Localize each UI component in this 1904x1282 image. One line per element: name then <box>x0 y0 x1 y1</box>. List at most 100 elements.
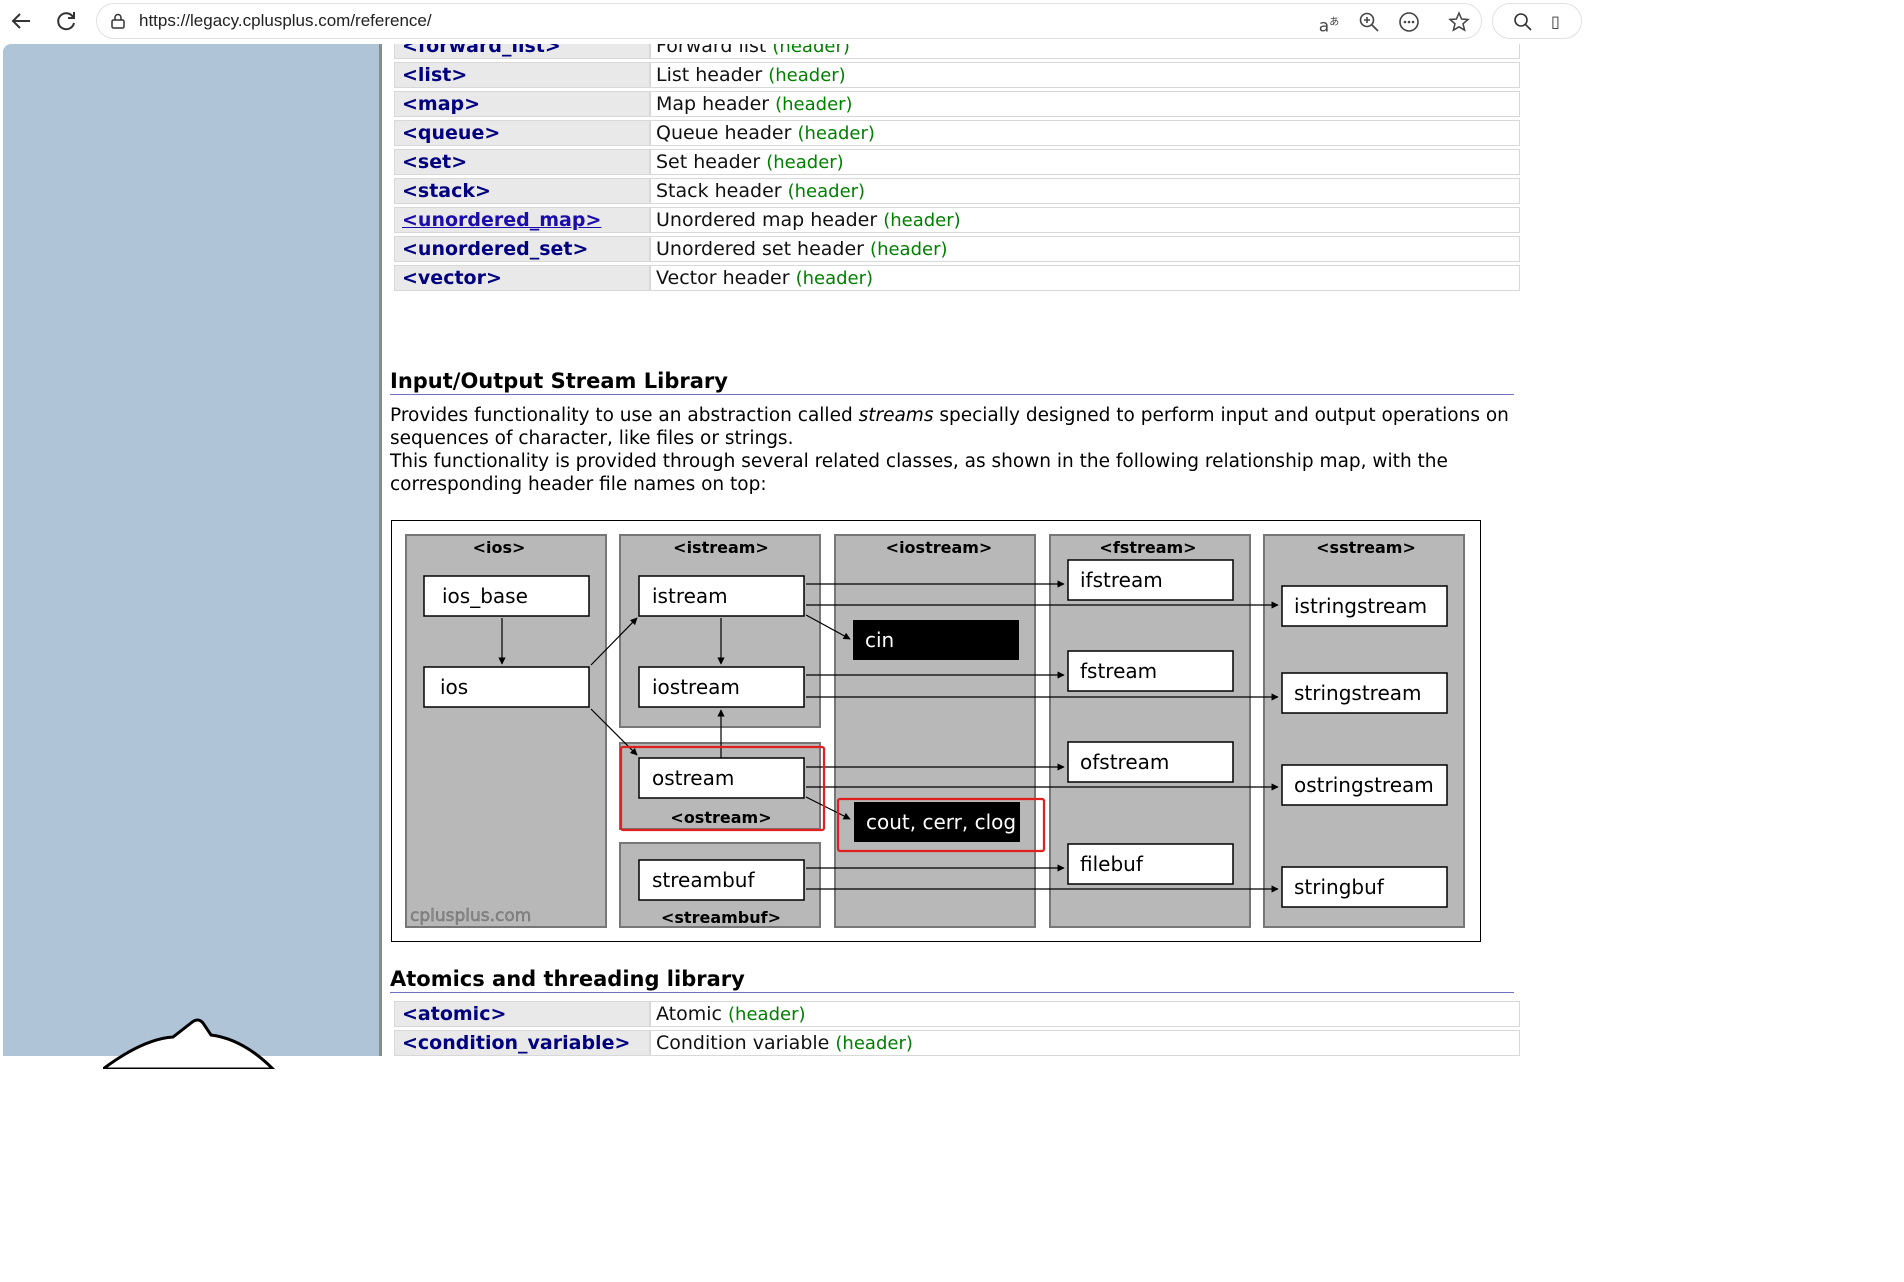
header-tag: (header) <box>766 152 844 173</box>
io-para1-emphasis: streams <box>858 405 934 426</box>
header-tag: (header) <box>772 44 850 57</box>
header-name-link[interactable]: <list> <box>394 62 650 88</box>
table-row: <list> List header (header) <box>394 62 1520 88</box>
main-content: <forward_list> Forward list (header) <list… <box>382 44 1568 1056</box>
header-name-link[interactable]: <unordered_set> <box>394 236 650 262</box>
header-tag: (header) <box>870 239 948 260</box>
url-text[interactable]: https://legacy.cplusplus.com/reference/ <box>139 11 432 31</box>
refresh-icon[interactable] <box>50 6 82 36</box>
class-label-filebuf: filebuf <box>1080 852 1144 876</box>
io-section-title: Input/Output Stream Library <box>390 369 1514 395</box>
io-relationship-map: <ios> <istream> <iostream> <fstream> <ss… <box>391 520 1481 942</box>
description-text: Stack header <box>656 180 782 202</box>
description-text: Vector header <box>656 267 790 289</box>
mascot-image <box>103 1018 276 1069</box>
table-row: <stack> Stack header (header) <box>394 178 1520 204</box>
table-row: <set> Set header (header) <box>394 149 1520 175</box>
address-bar[interactable]: https://legacy.cplusplus.com/reference/ … <box>96 3 1482 39</box>
browser-toolbar: https://legacy.cplusplus.com/reference/ … <box>0 0 1582 44</box>
containers-table: <forward_list> Forward list (header) <list… <box>394 44 1520 294</box>
class-label-ifstream: ifstream <box>1080 568 1163 592</box>
header-description: Forward list (header) <box>650 44 1520 59</box>
class-label-fstream: fstream <box>1080 659 1157 683</box>
header-tag: (header) <box>835 1033 913 1054</box>
header-description: Set header (header) <box>650 149 1520 175</box>
class-label-ios-base: ios_base <box>442 584 528 608</box>
description-text: Unordered set header <box>656 238 864 260</box>
sidebar <box>3 44 379 1069</box>
header-description: Map header (header) <box>650 91 1520 117</box>
header-description: Queue header (header) <box>650 120 1520 146</box>
description-text: Atomic <box>656 1003 722 1025</box>
header-tag: (header) <box>775 94 853 115</box>
header-name-link[interactable]: <condition_variable> <box>394 1030 650 1056</box>
watermark: cplusplus.com <box>410 906 531 926</box>
description-text: List header <box>656 64 763 86</box>
header-tag: (header) <box>797 123 875 144</box>
class-label-istream: istream <box>652 584 728 608</box>
header-name-link[interactable]: <queue> <box>394 120 650 146</box>
read-aloud-icon[interactable]: aあ <box>1317 11 1341 37</box>
atomics-section-title: Atomics and threading library <box>390 967 1514 993</box>
class-label-stringbuf: stringbuf <box>1294 875 1385 899</box>
header-description: List header (header) <box>650 62 1520 88</box>
description-text: Unordered map header <box>656 209 878 231</box>
column-header-fstream: <fstream> <box>1099 538 1196 557</box>
subheader-ostream: <ostream> <box>670 808 771 827</box>
sidebar-icon[interactable]: ▯ <box>1551 12 1560 31</box>
header-description: Unordered set header (header) <box>650 236 1520 262</box>
io-paragraph-2: This functionality is provided through s… <box>390 451 1448 495</box>
favorite-icon[interactable] <box>1447 11 1471 35</box>
header-name-link[interactable]: <vector> <box>394 265 650 291</box>
header-tag: (header) <box>795 268 874 289</box>
description-text: Queue header <box>656 122 792 144</box>
io-para1-text: Provides functionality to use an abstrac… <box>390 405 859 426</box>
header-name-link[interactable]: <map> <box>394 91 650 117</box>
table-row: <vector> Vector header (header) <box>394 265 1520 291</box>
header-description: Atomic (header) <box>650 1001 1520 1027</box>
column-header-sstream: <sstream> <box>1316 538 1416 557</box>
search-icon[interactable] <box>1513 12 1533 32</box>
header-tag: (header) <box>728 1004 806 1025</box>
class-label-ostream: ostream <box>652 766 734 790</box>
column-header-ios: <ios> <box>473 538 526 557</box>
more-icon[interactable] <box>1397 11 1421 35</box>
table-row: <map> Map header (header) <box>394 91 1520 117</box>
subheader-streambuf: <streambuf> <box>661 908 781 927</box>
object-label-cout: cout, cerr, clog <box>866 810 1016 834</box>
header-name-link[interactable]: <set> <box>394 149 650 175</box>
description-text: Set header <box>656 151 761 173</box>
table-row: <unordered_map> Unordered map header (hea… <box>394 207 1520 233</box>
description-text: Forward list <box>656 44 767 57</box>
table-row: <condition_variable> Condition variable (… <box>394 1030 1520 1056</box>
class-label-ios: ios <box>440 675 468 699</box>
header-name-link[interactable]: <stack> <box>394 178 650 204</box>
atomics-table: <atomic> Atomic (header) <condition_variab… <box>394 998 1520 1056</box>
lock-icon[interactable] <box>111 13 125 29</box>
header-description: Condition variable (header) <box>650 1030 1520 1056</box>
header-description: Vector header (header) <box>650 265 1520 291</box>
header-description: Stack header (header) <box>650 178 1520 204</box>
header-name-link[interactable]: <unordered_map> <box>394 207 650 233</box>
io-paragraph-1: Provides functionality to use an abstrac… <box>390 404 1530 450</box>
column-header-istream: <istream> <box>673 538 769 557</box>
object-label-cin: cin <box>865 628 894 652</box>
header-tag: (header) <box>883 210 961 231</box>
zoom-icon[interactable] <box>1357 11 1381 35</box>
description-text: Condition variable <box>656 1032 830 1054</box>
class-label-stringstream: stringstream <box>1294 681 1422 705</box>
class-label-ofstream: ofstream <box>1080 750 1169 774</box>
search-box[interactable]: ▯ <box>1492 3 1582 39</box>
table-row: <atomic> Atomic (header) <box>394 1001 1520 1027</box>
table-row: <forward_list> Forward list (header) <box>394 44 1520 59</box>
header-name-link[interactable]: <atomic> <box>394 1001 650 1027</box>
class-label-ostringstream: ostringstream <box>1294 773 1434 797</box>
table-row: <queue> Queue header (header) <box>394 120 1520 146</box>
column-header-iostream: <iostream> <box>886 538 993 557</box>
header-name-link[interactable]: <forward_list> <box>394 44 650 59</box>
header-tag: (header) <box>768 65 846 86</box>
header-description: Unordered map header (header) <box>650 207 1520 233</box>
back-icon[interactable] <box>6 6 38 36</box>
description-text: Map header <box>656 93 770 115</box>
class-label-streambuf: streambuf <box>652 868 755 892</box>
